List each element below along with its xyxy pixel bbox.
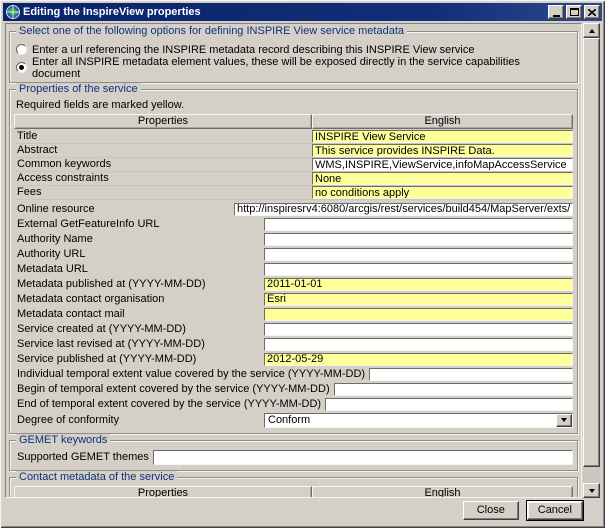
radio-label: Enter all INSPIRE metadata element value… [32,56,571,80]
chevron-down-icon[interactable] [556,414,572,427]
field-row: Begin of temporal extent covered by the … [14,382,573,396]
field-row: Online resource [14,202,573,216]
scrollbar-thumb[interactable] [583,38,600,467]
window-title: Editing the InspireView properties [23,6,548,18]
required-fields-note: Required fields are marked yellow. [16,99,571,111]
header-english: English [312,486,573,498]
gemet-themes-label: Supported GEMET themes [14,451,153,463]
dialog-window: Editing the InspireView properties Selec… [0,0,605,528]
field-row: Authority Name [14,232,573,246]
field-row: Service published at (YYYY-MM-DD) [14,352,573,366]
metadata-published-at-field[interactable] [264,278,573,291]
scroll-up-icon[interactable] [583,23,600,38]
table-row: Common keywords [14,158,573,172]
field-row: Metadata contact organisation [14,292,573,306]
radio-label: Enter a url referencing the INSPIRE meta… [32,44,474,56]
title-bar: Editing the InspireView properties [3,3,602,21]
metadata-url-field[interactable] [264,263,573,276]
fees-field[interactable] [312,186,573,199]
individual-temporal-extent-field[interactable] [369,368,573,381]
field-row: Degree of conformity Conform [14,412,573,428]
access-constraints-field[interactable] [312,172,573,185]
end-temporal-extent-field[interactable] [325,398,573,411]
radio-button-icon[interactable] [16,44,27,55]
service-properties-group: Properties of the service Required field… [9,89,578,434]
close-button[interactable]: Close [463,501,519,520]
cancel-button[interactable]: Cancel [527,501,583,520]
group-title: GEMET keywords [16,434,110,446]
field-row: Metadata URL [14,262,573,276]
common-keywords-field[interactable] [312,158,573,171]
table-row: Abstract [14,144,573,158]
service-last-revised-at-field[interactable] [264,338,573,351]
field-row: Individual temporal extent value covered… [14,367,573,381]
field-row: External GetFeatureInfo URL [14,217,573,231]
online-resource-field[interactable] [234,203,573,216]
abstract-field[interactable] [312,144,573,157]
group-title: Properties of the service [16,83,141,95]
service-published-at-field[interactable] [264,353,573,366]
authority-name-field[interactable] [264,233,573,246]
maximize-icon[interactable] [566,5,582,19]
authority-url-field[interactable] [264,248,573,261]
header-properties: Properties [14,114,312,129]
close-icon[interactable] [584,5,600,19]
vertical-scrollbar[interactable] [583,23,600,498]
scroll-content: Select one of the following options for … [5,23,582,498]
field-row: Service created at (YYYY-MM-DD) [14,322,573,336]
contact-metadata-group: Contact metadata of the service Properti… [9,477,578,498]
table-header: Properties English [14,114,573,129]
table-header: Properties English [14,486,573,498]
degree-of-conformity-dropdown[interactable]: Conform [264,413,573,428]
table-row: Fees [14,186,573,200]
dialog-client-area: Select one of the following options for … [3,21,602,525]
metadata-contact-organisation-field[interactable] [264,293,573,306]
group-title: Select one of the following options for … [16,25,407,37]
app-globe-icon [6,5,20,19]
button-row: Close Cancel [463,500,583,520]
table-row: Access constraints [14,172,573,186]
title-field[interactable] [312,130,573,143]
metadata-options-group: Select one of the following options for … [9,31,578,83]
service-created-at-field[interactable] [264,323,573,336]
radio-button-selected-icon[interactable] [16,62,27,73]
field-row: Authority URL [14,247,573,261]
field-row: Metadata published at (YYYY-MM-DD) [14,277,573,291]
metadata-contact-mail-field[interactable] [264,308,573,321]
field-row: Metadata contact mail [14,307,573,321]
header-english: English [312,114,573,129]
external-getfeatureinfo-url-field[interactable] [264,218,573,231]
supported-gemet-themes-field[interactable] [153,450,573,465]
field-row: Service last revised at (YYYY-MM-DD) [14,337,573,351]
begin-temporal-extent-field[interactable] [334,383,573,396]
minimize-icon[interactable] [548,5,564,19]
table-row: Title [14,130,573,144]
scroll-down-icon[interactable] [583,483,600,498]
group-title: Contact metadata of the service [16,471,177,483]
radio-option-elements[interactable]: Enter all INSPIRE metadata element value… [16,60,571,75]
field-row: End of temporal extent covered by the se… [14,397,573,411]
header-properties: Properties [14,486,312,498]
gemet-keywords-group: GEMET keywords Supported GEMET themes [9,440,578,471]
